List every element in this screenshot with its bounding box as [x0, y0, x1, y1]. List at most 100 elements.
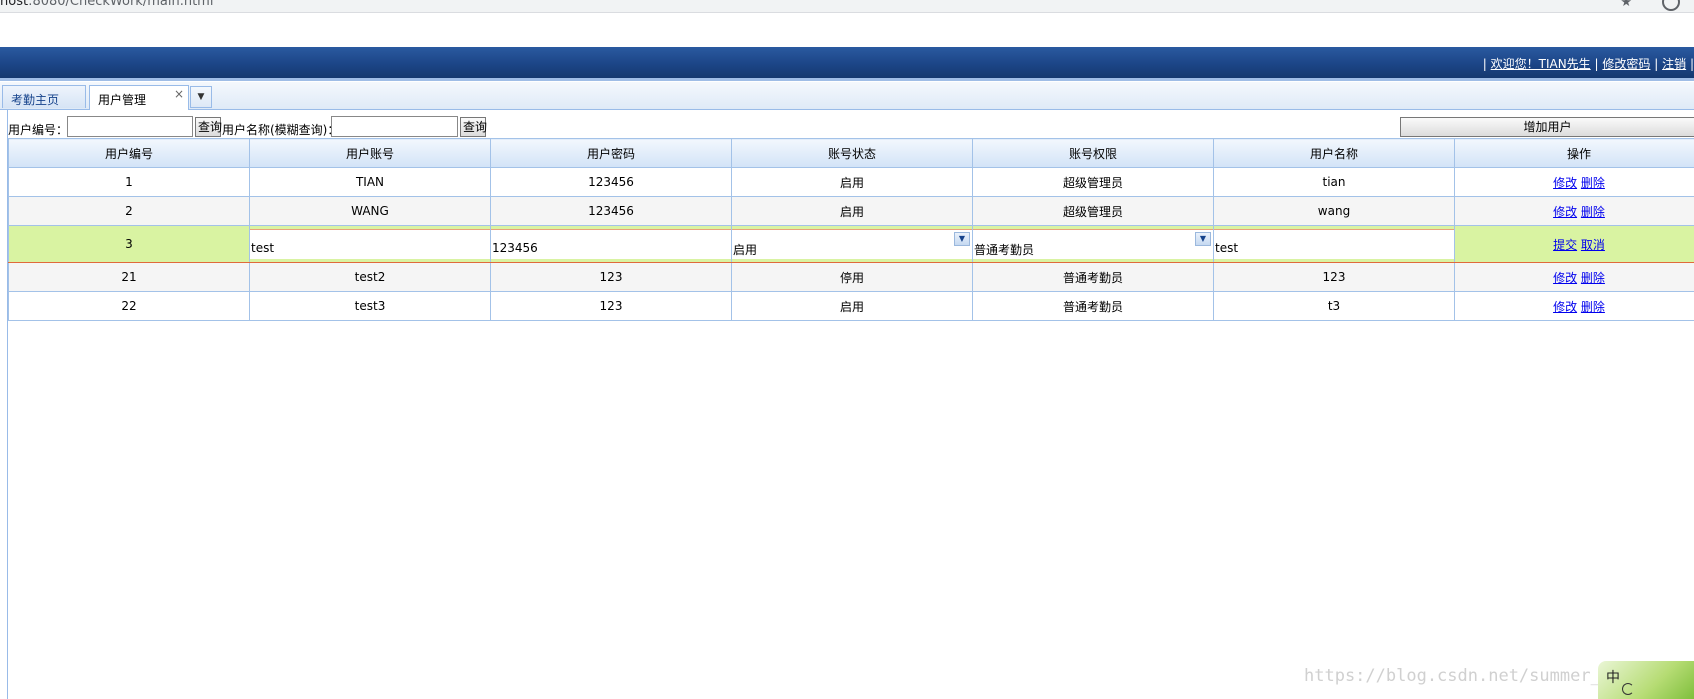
user-id-input[interactable] [67, 116, 193, 137]
url-host: host [0, 0, 29, 9]
cell-role: 普通考勤员 ▼ [972, 225, 1214, 263]
separator: | [1482, 57, 1487, 71]
tab-label: 用户管理 [98, 93, 147, 107]
add-user-button[interactable]: 增加用户 [1400, 117, 1694, 137]
cell-actions: 提交 取消 [1454, 225, 1694, 263]
status-select[interactable]: 启用 ▼ [732, 229, 972, 259]
table-row[interactable]: 22 test3 123 启用 普通考勤员 t3 修改 删除 [8, 291, 1694, 321]
table-header-row: 用户编号 用户账号 用户密码 账号状态 账号权限 用户名称 操作 [8, 138, 1694, 168]
tab-user-management[interactable]: 用户管理 × [89, 85, 189, 110]
logout-link[interactable]: 注销 [1662, 57, 1686, 71]
ime-toolbar[interactable]: 中 [1598, 661, 1694, 699]
app-header: | 欢迎您！TIAN先生 | 修改密码 | 注销 | [0, 47, 1694, 81]
role-select[interactable]: 普通考勤员 ▼ [973, 229, 1213, 259]
cell-actions: 修改 删除 [1454, 167, 1694, 197]
separator: | [1594, 57, 1599, 71]
cell-account: WANG [249, 196, 491, 226]
cell-status: 启用 [731, 196, 973, 226]
cell-name: tian [1213, 167, 1455, 197]
edit-link[interactable]: 修改 [1553, 205, 1577, 219]
chevron-down-icon[interactable]: ▼ [1195, 232, 1211, 246]
status-select-value: 启用 [733, 243, 758, 257]
cell-user-id: 1 [8, 167, 250, 197]
delete-link[interactable]: 删除 [1581, 271, 1605, 285]
url-path: :8080/CheckWork/main.html [28, 0, 214, 9]
cell-name: t3 [1213, 291, 1455, 321]
chevron-down-icon[interactable]: ▼ [954, 232, 970, 246]
tab-attendance-home[interactable]: 考勤主页 [2, 85, 86, 108]
user-table: 用户编号 用户账号 用户密码 账号状态 账号权限 用户名称 操作 1 TIAN … [8, 138, 1694, 321]
cell-password: 123456 [490, 225, 732, 263]
table-row[interactable]: 2 WANG 123456 启用 超级管理员 wang 修改 删除 [8, 196, 1694, 226]
column-header-password[interactable]: 用户密码 [490, 138, 732, 168]
close-icon[interactable]: × [174, 87, 184, 101]
cell-password: 123 [490, 291, 732, 321]
browser-address-bar[interactable]: host:8080/CheckWork/main.html ★ [0, 0, 1694, 13]
table-row[interactable]: 21 test2 123 停用 普通考勤员 123 修改 删除 [8, 262, 1694, 292]
cell-account: test3 [249, 291, 491, 321]
cell-account: test2 [249, 262, 491, 292]
cancel-link[interactable]: 取消 [1581, 238, 1605, 252]
edit-link[interactable]: 修改 [1553, 271, 1577, 285]
edit-link[interactable]: 修改 [1553, 300, 1577, 314]
query-name-button[interactable]: 查询 [460, 117, 487, 137]
welcome-link[interactable]: 欢迎您！TIAN先生 [1491, 57, 1591, 71]
name-editor[interactable]: test [1214, 229, 1454, 259]
column-header-name[interactable]: 用户名称 [1213, 138, 1455, 168]
cell-user-id: 21 [8, 262, 250, 292]
account-editor[interactable]: test [250, 229, 490, 259]
submit-link[interactable]: 提交 [1553, 238, 1577, 252]
cell-role: 普通考勤员 [972, 291, 1214, 321]
cell-user-id: 3 [8, 225, 250, 263]
delete-link[interactable]: 删除 [1581, 176, 1605, 190]
cell-user-id: 2 [8, 196, 250, 226]
cell-name: test [1213, 225, 1455, 263]
user-name-input[interactable] [331, 116, 458, 137]
cell-account: test [249, 225, 491, 263]
delete-link[interactable]: 删除 [1581, 300, 1605, 314]
separator: | [1689, 57, 1694, 71]
delete-link[interactable]: 删除 [1581, 205, 1605, 219]
cell-status: 启用 [731, 291, 973, 321]
cell-role: 超级管理员 [972, 167, 1214, 197]
cell-status: 启用 [731, 167, 973, 197]
query-button[interactable]: 查询 [195, 117, 222, 137]
tab-bar: 考勤主页 用户管理 × ▼ [0, 82, 1694, 110]
column-header-status[interactable]: 账号状态 [731, 138, 973, 168]
column-header-account[interactable]: 用户账号 [249, 138, 491, 168]
user-name-label: 用户名称(模糊查询)： [222, 123, 340, 137]
cell-user-id: 22 [8, 291, 250, 321]
tab-label: 考勤主页 [11, 93, 60, 107]
header-links: | 欢迎您！TIAN先生 | 修改密码 | 注销 | [1483, 55, 1694, 72]
profile-icon[interactable] [1662, 0, 1680, 11]
column-header-user-id[interactable]: 用户编号 [8, 138, 250, 168]
cell-account: TIAN [249, 167, 491, 197]
cell-password: 123 [490, 262, 732, 292]
password-editor[interactable]: 123456 [491, 229, 731, 259]
ime-mode-label[interactable]: 中 [1606, 667, 1620, 687]
address-url[interactable]: host:8080/CheckWork/main.html [0, 0, 213, 9]
user-id-label: 用户编号： [8, 123, 69, 137]
user-management-panel: 用户编号： 查询 用户名称(模糊查询)： 查询 增加用户 用户编号 用户账号 用… [7, 110, 1694, 699]
cell-password: 123456 [490, 167, 732, 197]
cell-status: 启用 ▼ [731, 225, 973, 263]
edit-link[interactable]: 修改 [1553, 176, 1577, 190]
moon-icon[interactable] [1622, 683, 1634, 695]
change-password-link[interactable]: 修改密码 [1602, 57, 1650, 71]
cell-name: 123 [1213, 262, 1455, 292]
cell-status: 停用 [731, 262, 973, 292]
tab-dropdown-icon[interactable]: ▼ [190, 86, 212, 108]
cell-name: wang [1213, 196, 1455, 226]
table-row[interactable]: 1 TIAN 123456 启用 超级管理员 tian 修改 删除 [8, 167, 1694, 197]
cell-password: 123456 [490, 196, 732, 226]
role-select-value: 普通考勤员 [974, 243, 1035, 257]
column-header-role[interactable]: 账号权限 [972, 138, 1214, 168]
bookmark-star-icon[interactable]: ★ [1620, 0, 1632, 10]
cell-role: 普通考勤员 [972, 262, 1214, 292]
cell-actions: 修改 删除 [1454, 291, 1694, 321]
separator: | [1654, 57, 1659, 71]
watermark-text: https://blog.csdn.net/summer_p [1304, 666, 1612, 686]
column-header-actions: 操作 [1454, 138, 1694, 168]
cell-actions: 修改 删除 [1454, 196, 1694, 226]
table-row-editing[interactable]: 3 test 123456 启用 ▼ 普通考勤员 ▼ test 提交 取消 [8, 225, 1694, 263]
